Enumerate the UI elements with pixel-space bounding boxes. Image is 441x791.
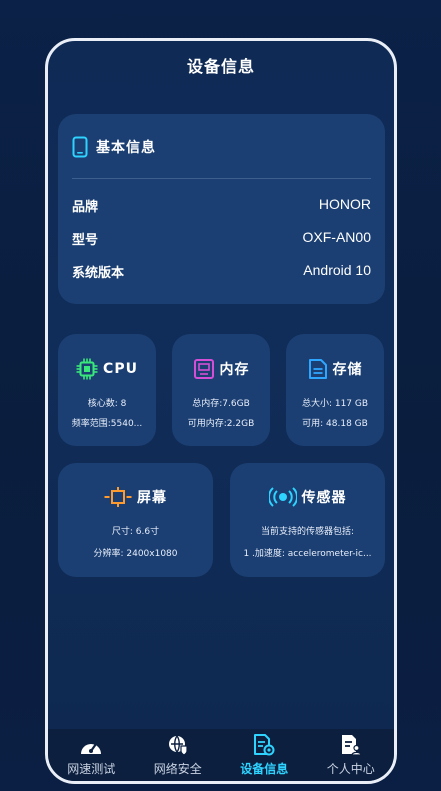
cpu-card[interactable]: CPU 核心数: 8 频率范围:5540... [58, 334, 156, 446]
storage-available: 可用: 48.18 GB [302, 419, 368, 429]
cpu-cores: 核心数: 8 [87, 399, 127, 409]
basic-info-title: 基本信息 [96, 140, 156, 156]
memory-card[interactable]: 内存 总内存:7.6GB 可用内存:2.2GB [172, 334, 270, 446]
phone-icon [72, 136, 88, 158]
memory-header: 内存 [172, 358, 270, 380]
nav-label: 网络安全 [153, 762, 202, 776]
info-row-model: 型号 OXF-AN00 [72, 229, 371, 248]
cpu-title: CPU [103, 361, 138, 377]
basic-info-header: 基本信息 [72, 136, 156, 158]
sensor-title: 传感器 [301, 490, 347, 506]
cpu-frequency: 频率范围:5540... [71, 419, 143, 429]
device-doc-icon [254, 734, 275, 756]
screen-card[interactable]: 屏幕 尺寸: 6.6寸 分辨率: 2400x1080 [58, 463, 213, 577]
info-value: HONOR [318, 196, 371, 212]
sensor-card[interactable]: 传感器 当前支持的传感器包括: 1 .加速度: accelerometer-ic… [230, 463, 385, 577]
info-row-os: 系统版本 Android 10 [72, 262, 371, 281]
speedometer-icon [81, 742, 102, 754]
storage-title: 存储 [332, 362, 363, 378]
chip-icon [76, 358, 98, 380]
info-label: 型号 [72, 233, 99, 248]
divider [72, 178, 371, 179]
shield-globe-icon [168, 735, 188, 756]
nav-item-network-security[interactable]: 网络安全 [135, 729, 222, 781]
sensor-first-item: 1 .加速度: accelerometer-ic... [243, 549, 372, 559]
memory-total: 总内存:7.6GB [192, 399, 250, 409]
info-label: 系统版本 [72, 266, 125, 281]
bottom-nav: 网速测试 网络安全 设备信息 个人中心 [48, 729, 394, 781]
nav-label: 网速测试 [67, 762, 116, 776]
memory-icon [193, 359, 214, 379]
phone-frame: 设备信息 基本信息 品牌 HONOR 型号 OXF-AN00 系统版本 Andr… [45, 38, 397, 784]
info-value: Android 10 [303, 262, 371, 278]
screen-header: 屏幕 [58, 487, 213, 507]
screen-size: 尺寸: 6.6寸 [111, 527, 160, 537]
sensor-intro: 当前支持的传感器包括: [260, 527, 355, 537]
nav-item-speed-test[interactable]: 网速测试 [48, 729, 135, 781]
nav-label: 个人中心 [326, 762, 375, 776]
nav-label: 设备信息 [240, 762, 289, 776]
storage-card[interactable]: 存储 总大小: 117 GB 可用: 48.18 GB [286, 334, 384, 446]
info-label: 品牌 [72, 200, 99, 215]
storage-doc-icon [308, 359, 327, 379]
page-title: 设备信息 [186, 57, 255, 76]
info-value: OXF-AN00 [302, 229, 371, 245]
screen-title: 屏幕 [137, 490, 167, 506]
sensor-header: 传感器 [230, 487, 385, 507]
memory-available: 可用内存:2.2GB [187, 419, 255, 429]
user-doc-icon [341, 735, 362, 756]
info-row-brand: 品牌 HONOR [72, 196, 371, 215]
memory-title: 内存 [219, 362, 250, 378]
storage-header: 存储 [286, 358, 384, 380]
screen-icon [104, 487, 132, 507]
storage-total: 总大小: 117 GB [301, 399, 369, 409]
nav-item-device-info[interactable]: 设备信息 [221, 729, 308, 781]
sensor-icon [268, 487, 297, 507]
screen-resolution: 分辨率: 2400x1080 [93, 549, 178, 559]
cpu-header: CPU [58, 358, 156, 380]
nav-item-profile[interactable]: 个人中心 [308, 729, 395, 781]
basic-info-card: 基本信息 品牌 HONOR 型号 OXF-AN00 系统版本 Android 1… [58, 114, 385, 304]
